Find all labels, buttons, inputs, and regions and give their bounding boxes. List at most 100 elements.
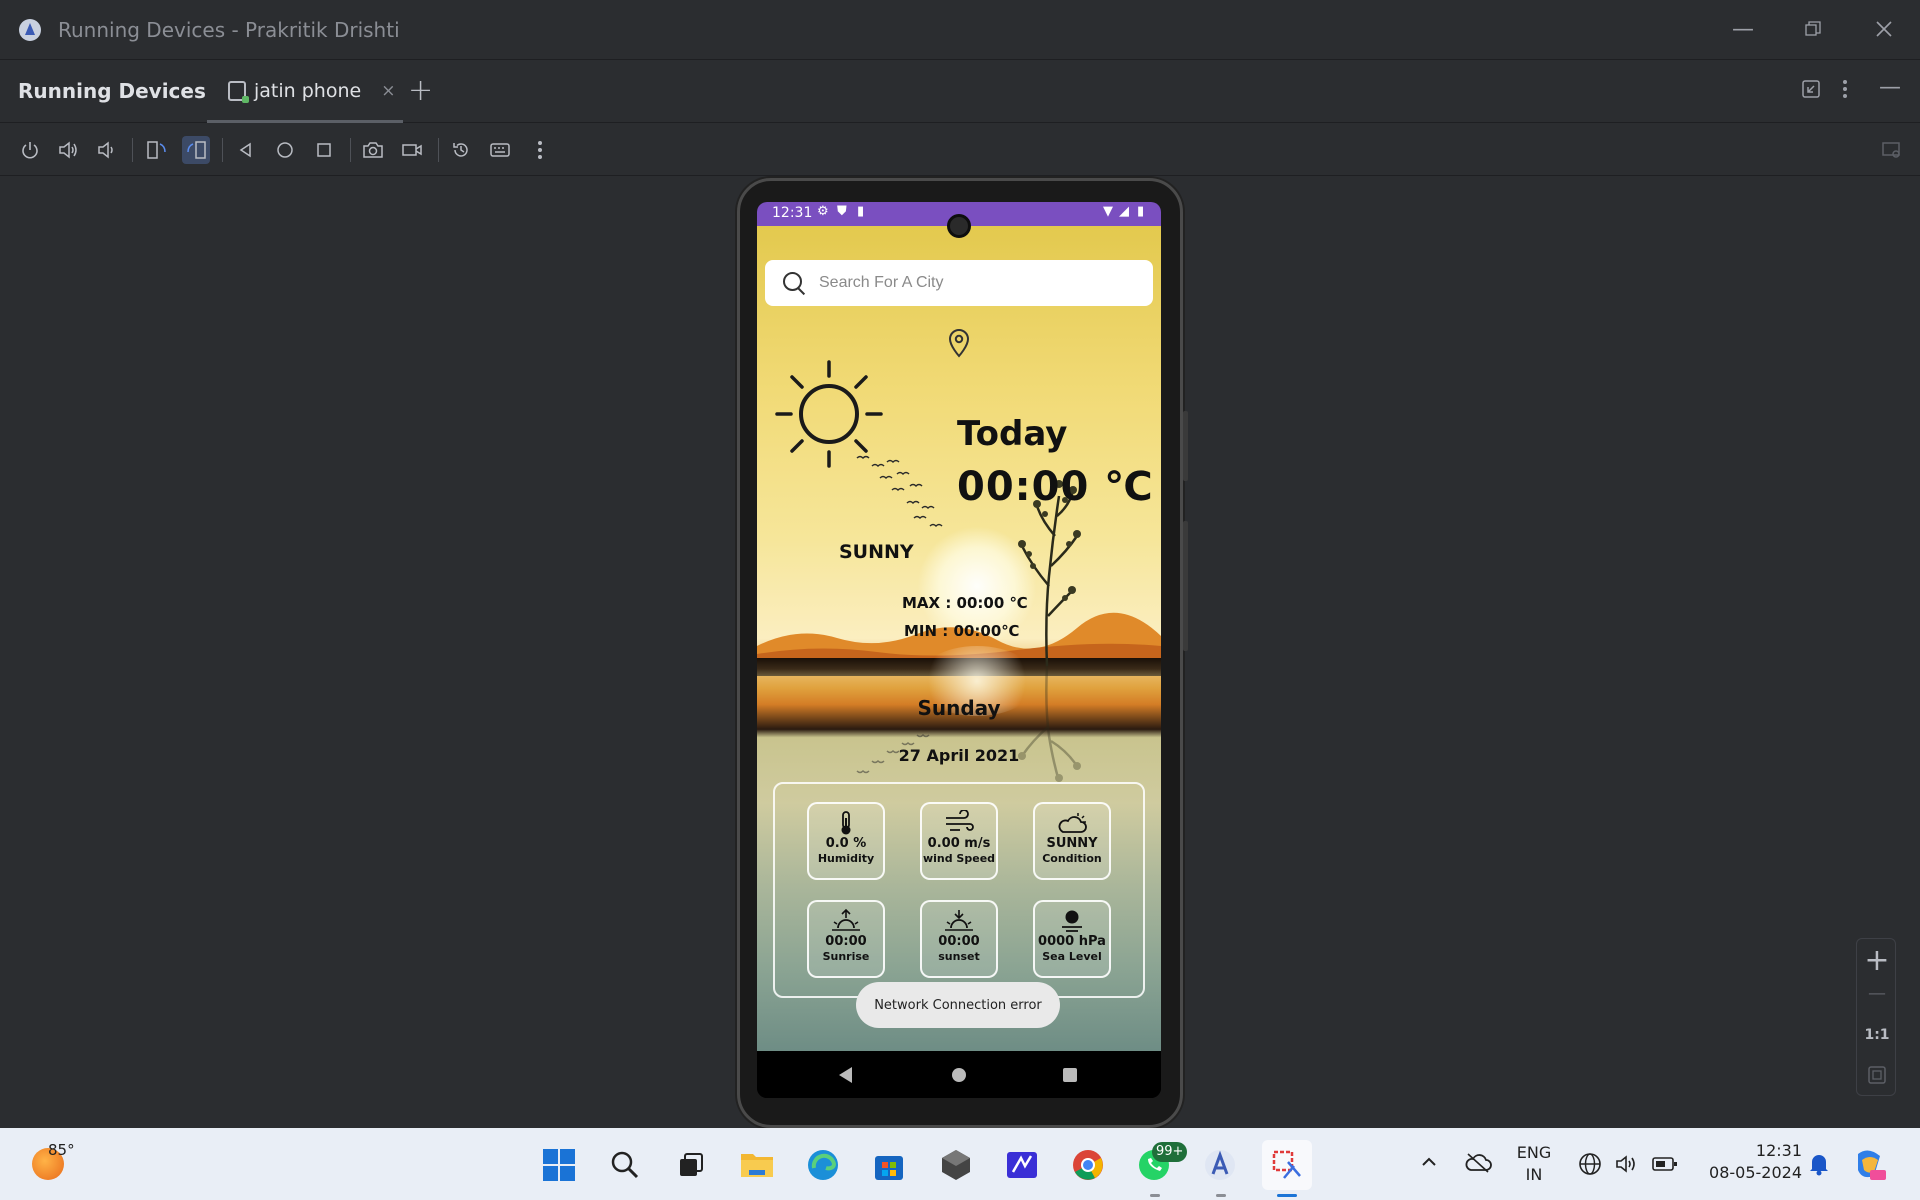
sea-level-card: 0000 hPa Sea Level bbox=[1033, 900, 1111, 978]
power-button[interactable] bbox=[16, 136, 44, 164]
toolbar-more-button[interactable] bbox=[526, 136, 554, 164]
zoom-out-button[interactable]: — bbox=[1857, 983, 1897, 1004]
close-window-button[interactable] bbox=[1869, 14, 1899, 44]
overview-button[interactable] bbox=[310, 136, 338, 164]
nav-home-icon[interactable] bbox=[952, 1068, 966, 1082]
rotate-left-button[interactable] bbox=[143, 136, 171, 164]
device-explorer-button[interactable] bbox=[1878, 136, 1906, 164]
snipping-tool-button[interactable] bbox=[1262, 1140, 1312, 1190]
volume-up-button[interactable] bbox=[54, 136, 82, 164]
date-label: 27 April 2021 bbox=[898, 746, 1020, 765]
copilot-icon[interactable] bbox=[1852, 1146, 1886, 1184]
camera-icon bbox=[363, 142, 383, 158]
android-studio-icon bbox=[1205, 1150, 1235, 1180]
notification-bell-icon[interactable] bbox=[1808, 1152, 1830, 1180]
speaker-icon[interactable] bbox=[1614, 1152, 1638, 1180]
tab-label: jatin phone bbox=[254, 79, 362, 102]
back-button[interactable] bbox=[232, 136, 260, 164]
battery-tray-icon[interactable] bbox=[1652, 1154, 1678, 1178]
zoom-in-button[interactable]: + bbox=[1857, 943, 1897, 978]
network-error-toast: Network Connection error bbox=[856, 982, 1060, 1028]
cloud-sun-icon bbox=[1035, 810, 1109, 836]
zoom-fit-button[interactable] bbox=[1857, 1065, 1897, 1089]
windows-taskbar: 85° 99+ ENG IN 12:31 08-05-2024 bbox=[0, 1128, 1920, 1200]
more-vertical-icon bbox=[538, 141, 542, 159]
screenshot-button[interactable] bbox=[359, 136, 387, 164]
max-temperature: MAX : 00:00 ℃ bbox=[902, 594, 1028, 612]
keyboard-button[interactable] bbox=[486, 136, 514, 164]
sunrise-icon bbox=[809, 908, 883, 934]
edge-icon bbox=[808, 1150, 838, 1180]
powerapps-button[interactable] bbox=[1003, 1146, 1041, 1184]
tool-window-title: Running Devices bbox=[18, 79, 206, 103]
chrome-browser-button[interactable] bbox=[1069, 1146, 1107, 1184]
network-globe-icon[interactable] bbox=[1578, 1152, 1602, 1180]
home-button[interactable] bbox=[271, 136, 299, 164]
file-explorer-button[interactable] bbox=[738, 1146, 776, 1184]
windows-logo-icon bbox=[543, 1149, 575, 1181]
power-icon bbox=[22, 142, 38, 159]
history-icon bbox=[453, 143, 468, 157]
more-options-icon[interactable] bbox=[1842, 79, 1848, 105]
sunrise-card: 00:00 Sunrise bbox=[807, 900, 885, 978]
sea-level-icon bbox=[1035, 908, 1109, 934]
city-search-input[interactable] bbox=[819, 274, 1119, 292]
android-studio-button[interactable] bbox=[1201, 1146, 1239, 1184]
sim-card-icon: ▮ bbox=[857, 204, 865, 219]
condition-card: SUNNY Condition bbox=[1033, 802, 1111, 880]
square-icon bbox=[317, 143, 331, 157]
volume-down-button[interactable] bbox=[92, 136, 120, 164]
tree-reflection bbox=[1018, 666, 1081, 782]
chrome-icon bbox=[1073, 1150, 1103, 1180]
device-screen[interactable]: 12:31 ⚙ ⛊ ▮ ▼ ◢ ▮ Search For A City Toda… bbox=[757, 202, 1161, 1098]
back-triangle-icon bbox=[239, 142, 251, 158]
volume-down-icon bbox=[98, 141, 113, 159]
battery-icon: ▮ bbox=[1137, 204, 1145, 219]
close-icon bbox=[1876, 21, 1892, 37]
thermometer-icon bbox=[809, 810, 883, 836]
restore-icon bbox=[1805, 21, 1821, 36]
zoom-actual-size-button[interactable]: 1:1 bbox=[1857, 1027, 1897, 1043]
nav-back-icon[interactable] bbox=[839, 1067, 852, 1083]
zoom-controls: + — 1:1 bbox=[1856, 938, 1896, 1096]
language-indicator[interactable]: ENG IN bbox=[1512, 1142, 1556, 1186]
microsoft-store-button[interactable] bbox=[870, 1146, 908, 1184]
taskbar-clock[interactable]: 12:31 08-05-2024 bbox=[1694, 1140, 1802, 1184]
weather-condition: SUNNY bbox=[839, 541, 914, 563]
sunset-icon bbox=[922, 908, 996, 934]
onedrive-cloud-icon[interactable] bbox=[1464, 1150, 1492, 1178]
screen-record-button[interactable] bbox=[398, 136, 426, 164]
task-view-button[interactable] bbox=[672, 1146, 710, 1184]
snipping-tool-icon bbox=[1272, 1150, 1301, 1179]
minimize-button[interactable]: — bbox=[1728, 14, 1758, 44]
folder-icon bbox=[741, 1154, 773, 1177]
start-button[interactable] bbox=[540, 1146, 578, 1184]
tab-close-button[interactable]: × bbox=[381, 81, 395, 101]
rotate-right-button[interactable] bbox=[182, 136, 210, 164]
city-search-bar[interactable] bbox=[765, 260, 1153, 306]
location-pin-icon[interactable] bbox=[947, 328, 971, 358]
whatsapp-badge: 99+ bbox=[1152, 1142, 1188, 1162]
home-circle-icon bbox=[277, 142, 293, 158]
edge-browser-button[interactable] bbox=[804, 1146, 842, 1184]
tool-window-header: Running Devices jatin phone × + — bbox=[0, 61, 1920, 123]
weather-app: Today 00:00 ℃ SUNNY MAX : 00:00 ℃ MIN : … bbox=[757, 226, 1161, 1051]
float-window-icon[interactable] bbox=[1801, 79, 1821, 105]
store-icon bbox=[875, 1156, 903, 1180]
magnifier-icon bbox=[611, 1151, 639, 1179]
tray-overflow-chevron-icon[interactable] bbox=[1419, 1152, 1439, 1176]
wifi-icon: ▼ bbox=[1103, 204, 1113, 219]
hide-panel-icon[interactable]: — bbox=[1879, 75, 1901, 100]
title-bar: Running Devices - Prakritik Drishti — bbox=[0, 0, 1920, 60]
search-taskbar-button[interactable] bbox=[606, 1146, 644, 1184]
add-device-button[interactable]: + bbox=[408, 73, 433, 108]
weather-widget-temp: 85° bbox=[48, 1141, 75, 1159]
restore-button[interactable] bbox=[1798, 14, 1828, 44]
tab-jatin-phone[interactable]: jatin phone × bbox=[207, 61, 403, 123]
reset-button[interactable] bbox=[447, 136, 475, 164]
status-time: 12:31 bbox=[772, 205, 813, 221]
device-search-icon bbox=[1882, 142, 1900, 158]
unity-hub-button[interactable] bbox=[937, 1146, 975, 1184]
nav-recents-icon[interactable] bbox=[1063, 1068, 1077, 1082]
rotate-right-icon bbox=[187, 141, 206, 159]
